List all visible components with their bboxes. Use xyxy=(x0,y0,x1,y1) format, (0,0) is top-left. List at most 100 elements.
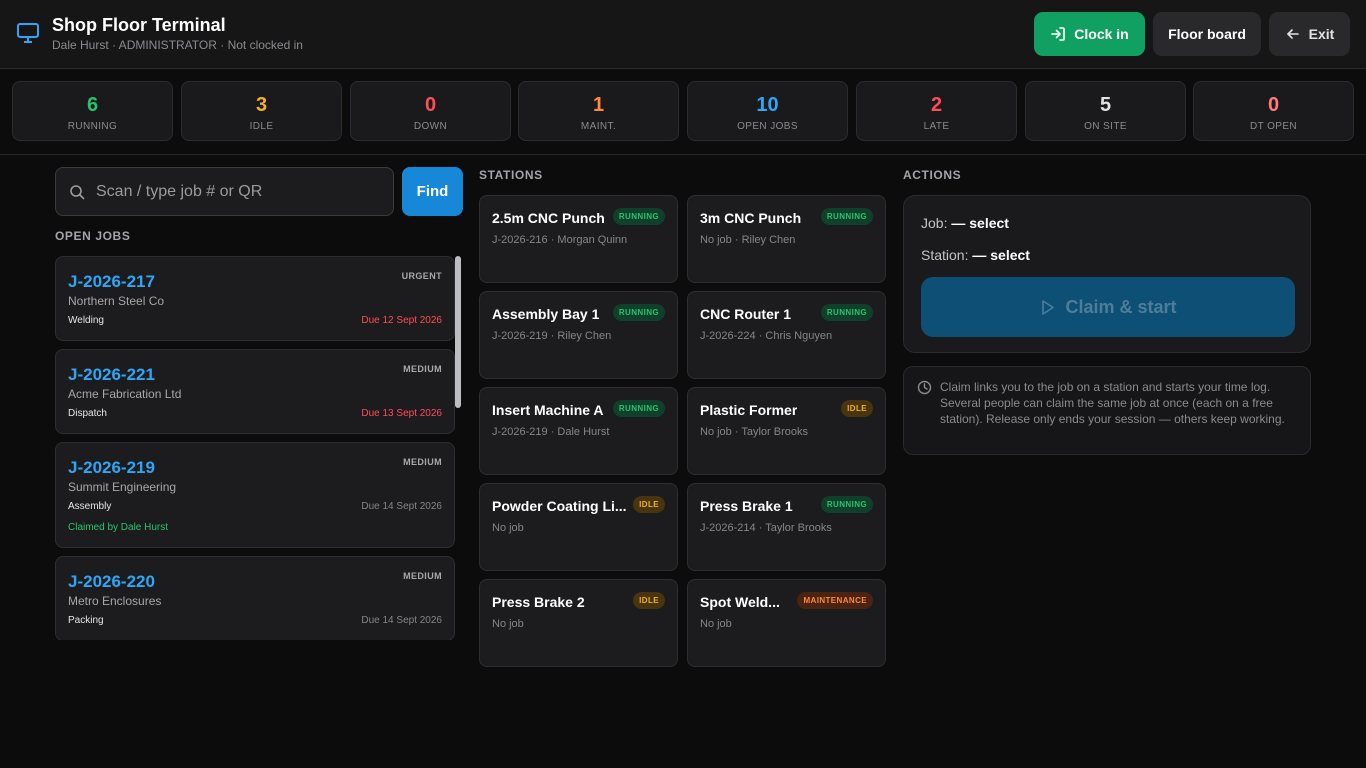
job-department: Packing xyxy=(68,615,104,626)
station-name: Insert Machine A xyxy=(492,402,604,418)
status-badge: RUNNING xyxy=(612,400,665,417)
station-detail: No job xyxy=(492,618,524,630)
stat-dt-open: 0 DT OPEN xyxy=(1193,81,1354,141)
user-status: Dale Hurst · ADMINISTRATOR · Not clocked… xyxy=(52,38,303,52)
stat-label: OPEN JOBS xyxy=(737,121,798,132)
station-card[interactable]: Spot Weld... MAINTENANCE No job xyxy=(687,579,886,667)
job-due-date: Due 14 Sept 2026 xyxy=(361,501,442,512)
log-in-icon xyxy=(1051,27,1066,41)
station-card[interactable]: Press Brake 1 RUNNING J-2026-214 · Taylo… xyxy=(687,483,886,571)
stat-late: 2 LATE xyxy=(856,81,1017,141)
stat-value: 2 xyxy=(930,94,943,116)
station-detail: No job xyxy=(700,618,732,630)
station-detail: J-2026-214 · Taylor Brooks xyxy=(700,522,832,534)
clock-in-button[interactable]: Clock in xyxy=(1034,12,1145,56)
status-badge: RUNNING xyxy=(820,208,873,225)
job-department: Welding xyxy=(68,315,104,326)
status-badge: IDLE xyxy=(841,400,873,417)
status-badge: RUNNING xyxy=(612,208,665,225)
stat-value: 10 xyxy=(756,94,779,116)
stat-label: IDLE xyxy=(249,121,274,132)
station-card[interactable]: CNC Router 1 RUNNING J-2026-224 · Chris … xyxy=(687,291,886,379)
status-badge: RUNNING xyxy=(612,304,665,321)
stat-label: ON SITE xyxy=(1084,121,1127,132)
job-department: Assembly xyxy=(68,501,112,512)
job-card[interactable]: J-2026-219 MEDIUM Summit Engineering Ass… xyxy=(55,442,455,548)
divider xyxy=(0,154,1366,155)
stat-label: DOWN xyxy=(413,121,448,132)
job-selection: — select xyxy=(951,215,1009,231)
job-id: J-2026-217 xyxy=(68,272,155,291)
status-badge: RUNNING xyxy=(820,304,873,321)
station-detail: J-2026-219 · Dale Hurst xyxy=(492,426,610,438)
station-detail: No job · Taylor Brooks xyxy=(700,426,809,438)
station-detail: J-2026-219 · Riley Chen xyxy=(492,330,612,342)
job-search[interactable] xyxy=(55,167,394,216)
stat-open-jobs: 10 OPEN JOBS xyxy=(687,81,848,141)
stations-heading: STATIONS xyxy=(479,168,543,182)
status-badge: RUNNING xyxy=(820,496,873,513)
station-card[interactable]: 2.5m CNC Punch RUNNING J-2026-216 · Morg… xyxy=(479,195,678,283)
station-name: Press Brake 1 xyxy=(700,498,793,514)
station-detail: J-2026-224 · Chris Nguyen xyxy=(700,330,833,342)
station-card[interactable]: Press Brake 2 IDLE No job xyxy=(479,579,678,667)
stat-value: 3 xyxy=(255,94,268,116)
job-due-date: Due 14 Sept 2026 xyxy=(361,615,442,626)
stat-maintenance: 1 MAINT. xyxy=(518,81,679,141)
job-card[interactable]: J-2026-220 MEDIUM Metro Enclosures Packi… xyxy=(55,556,455,640)
exit-label: Exit xyxy=(1308,26,1335,42)
job-id: J-2026-220 xyxy=(68,572,155,591)
job-customer: Summit Engineering xyxy=(68,480,177,494)
monitor-icon xyxy=(17,23,39,43)
stat-value: 6 xyxy=(86,94,99,116)
job-due-date: Due 13 Sept 2026 xyxy=(361,408,442,419)
job-id: J-2026-221 xyxy=(68,365,155,384)
job-card[interactable]: J-2026-217 URGENT Northern Steel Co Weld… xyxy=(55,256,455,341)
job-customer: Metro Enclosures xyxy=(68,594,162,608)
station-card[interactable]: Insert Machine A RUNNING J-2026-219 · Da… xyxy=(479,387,678,475)
status-badge: IDLE xyxy=(633,592,665,609)
stat-value: 0 xyxy=(1267,94,1280,116)
stat-label: MAINT. xyxy=(580,121,617,132)
exit-button[interactable]: Exit xyxy=(1269,12,1350,56)
station-name: Spot Weld... xyxy=(700,594,780,610)
station-detail: No job · Riley Chen xyxy=(700,234,796,246)
selected-job: Job: — select xyxy=(921,215,1009,231)
job-priority: URGENT xyxy=(401,271,442,281)
stat-idle: 3 IDLE xyxy=(181,81,342,141)
stat-on-site: 5 ON SITE xyxy=(1025,81,1186,141)
job-department: Dispatch xyxy=(68,408,107,419)
open-jobs-heading: OPEN JOBS xyxy=(55,229,131,243)
status-badge: MAINTENANCE xyxy=(797,592,873,609)
job-customer: Acme Fabrication Ltd xyxy=(68,387,182,401)
job-priority: MEDIUM xyxy=(403,364,442,374)
jobs-scrollbar[interactable] xyxy=(455,256,461,408)
claim-start-label: Claim & start xyxy=(1065,296,1177,317)
floor-board-button[interactable]: Floor board xyxy=(1153,12,1261,56)
find-label: Find xyxy=(416,183,449,200)
search-input[interactable] xyxy=(96,168,386,215)
claim-start-button[interactable]: Claim & start xyxy=(921,277,1295,337)
station-name: Powder Coating Li... xyxy=(492,498,627,514)
station-name: 2.5m CNC Punch xyxy=(492,210,605,226)
find-button[interactable]: Find xyxy=(402,167,463,216)
arrow-left-icon xyxy=(1286,29,1299,39)
play-icon xyxy=(1042,299,1055,315)
clock-icon xyxy=(917,380,932,395)
stat-value: 1 xyxy=(592,94,605,116)
station-name: Press Brake 2 xyxy=(492,594,585,610)
station-card[interactable]: Assembly Bay 1 RUNNING J-2026-219 · Rile… xyxy=(479,291,678,379)
job-card[interactable]: J-2026-221 MEDIUM Acme Fabrication Ltd D… xyxy=(55,349,455,434)
app-title: Shop Floor Terminal xyxy=(52,15,226,35)
station-card[interactable]: Plastic Former IDLE No job · Taylor Broo… xyxy=(687,387,886,475)
station-name: Assembly Bay 1 xyxy=(492,306,600,322)
actions-heading: ACTIONS xyxy=(903,168,962,182)
stat-running: 6 RUNNING xyxy=(12,81,173,141)
station-card[interactable]: Powder Coating Li... IDLE No job xyxy=(479,483,678,571)
open-jobs-list[interactable]: J-2026-217 URGENT Northern Steel Co Weld… xyxy=(55,256,455,640)
station-card[interactable]: 3m CNC Punch RUNNING No job · Riley Chen xyxy=(687,195,886,283)
stat-value: 5 xyxy=(1099,94,1112,116)
stat-label: DT OPEN xyxy=(1249,121,1298,132)
job-priority: MEDIUM xyxy=(403,457,442,467)
selected-station: Station: — select xyxy=(921,247,1030,263)
